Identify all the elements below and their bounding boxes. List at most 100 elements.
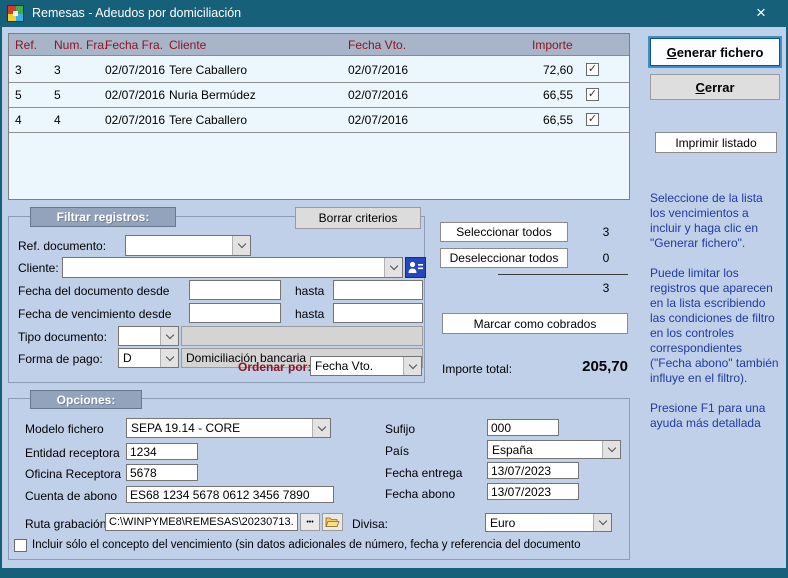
- cell-num: 5: [54, 83, 61, 108]
- cell-ref: 5: [15, 83, 22, 108]
- table-header: Ref. Num. Fra. Fecha Fra. Cliente Fecha …: [9, 34, 629, 56]
- row-checkbox[interactable]: ✓: [586, 63, 599, 76]
- cell-cliente: Nuria Bermúdez: [169, 83, 256, 108]
- cell-num: 3: [54, 58, 61, 83]
- fecha-ven-desde-input[interactable]: [189, 303, 281, 323]
- forma-pago-label: Forma de pago:: [18, 352, 103, 366]
- chevron-down-icon[interactable]: [232, 236, 250, 255]
- filtrar-registros-caption: Filtrar registros:: [30, 207, 176, 227]
- fecha-abono-label: Fecha abono: [385, 487, 455, 501]
- forma-pago-combo[interactable]: D: [118, 348, 179, 368]
- ruta-grabacion-input[interactable]: [105, 513, 298, 531]
- row-checkbox[interactable]: ✓: [586, 88, 599, 101]
- chevron-down-icon[interactable]: [160, 327, 178, 345]
- ref-documento-combo[interactable]: [125, 235, 251, 256]
- ordenar-por-combo[interactable]: Fecha Vto.: [310, 356, 422, 376]
- generar-fichero-button[interactable]: Generar fichero: [650, 38, 780, 66]
- hasta-label: hasta: [295, 307, 324, 321]
- importe-total-value: 205,70: [520, 358, 628, 375]
- oficina-receptora-label: Oficina Receptora: [25, 467, 121, 481]
- help-paragraph-1: Seleccione de la lista los vencimientos …: [650, 191, 781, 251]
- chevron-down-icon[interactable]: [403, 357, 421, 375]
- incluir-concepto-checkbox[interactable]: [14, 539, 27, 552]
- ordenar-por-label: Ordenar por:: [238, 360, 311, 374]
- col-ref: Ref.: [15, 34, 37, 56]
- dialog-window: Remesas - Adeudos por domiciliación × Re…: [0, 0, 788, 578]
- cell-fecha-vto: 02/07/2016: [348, 108, 408, 133]
- generar-fichero-label: Generar fichero: [667, 45, 764, 60]
- help-paragraph-2: Puede limitar los registros que aparecen…: [650, 266, 781, 386]
- col-cliente: Cliente: [169, 34, 206, 56]
- seleccionar-todos-button[interactable]: Seleccionar todos: [440, 222, 568, 242]
- chevron-down-icon[interactable]: [160, 349, 178, 367]
- sum-divider: [498, 274, 628, 275]
- importe-total-label: Importe total:: [442, 362, 512, 376]
- cell-ref: 4: [15, 108, 22, 133]
- window-title: Remesas - Adeudos por domiciliación: [32, 0, 241, 27]
- table-row[interactable]: 4 4 02/07/2016 Tere Caballero 02/07/2016…: [9, 108, 629, 133]
- cliente-label: Cliente:: [18, 261, 59, 275]
- oficina-receptora-input[interactable]: [126, 464, 198, 481]
- fecha-entrega-label: Fecha entrega: [385, 466, 462, 480]
- tipo-documento-desc: [181, 326, 423, 346]
- fecha-doc-desde-input[interactable]: [189, 280, 281, 300]
- chevron-down-icon[interactable]: [602, 441, 620, 458]
- cliente-combo[interactable]: [62, 257, 403, 278]
- open-folder-button[interactable]: [322, 513, 343, 531]
- deseleccionar-todos-button[interactable]: Deseleccionar todos: [440, 248, 568, 268]
- browse-dots-button[interactable]: •••: [300, 513, 320, 531]
- modelo-fichero-value: SEPA 19.14 - CORE: [127, 419, 312, 437]
- cell-num: 4: [54, 108, 61, 133]
- cerrar-label: Cerrar: [695, 80, 734, 95]
- title-bar: Remesas - Adeudos por domiciliación ×: [0, 0, 788, 27]
- fecha-vencimiento-label: Fecha de vencimiento desde: [18, 307, 171, 321]
- sufijo-label: Sufijo: [385, 422, 415, 436]
- cuenta-abono-label: Cuenta de abono: [25, 489, 117, 503]
- chevron-down-icon[interactable]: [593, 514, 611, 531]
- modelo-fichero-combo[interactable]: SEPA 19.14 - CORE: [126, 418, 331, 438]
- ref-documento-label: Ref. documento:: [18, 239, 106, 253]
- borrar-criterios-button[interactable]: Borrar criterios: [295, 207, 421, 229]
- pais-value: España: [488, 441, 602, 458]
- pais-combo[interactable]: España: [487, 440, 621, 459]
- row-checkbox[interactable]: ✓: [586, 113, 599, 126]
- ordenar-por-value: Fecha Vto.: [311, 357, 403, 375]
- entidad-receptora-label: Entidad receptora: [25, 446, 120, 460]
- fecha-doc-hasta-input[interactable]: [333, 280, 423, 300]
- fecha-abono-input[interactable]: [487, 483, 579, 500]
- divisa-combo[interactable]: Euro: [485, 513, 612, 532]
- chevron-down-icon[interactable]: [312, 419, 330, 437]
- cell-fecha-vto: 02/07/2016: [348, 83, 408, 108]
- cell-fecha-vto: 02/07/2016: [348, 58, 408, 83]
- sufijo-input[interactable]: [487, 419, 559, 436]
- app-icon: [7, 5, 24, 22]
- table-row[interactable]: 3 3 02/07/2016 Tere Caballero 02/07/2016…: [9, 58, 629, 83]
- total-count: 3: [595, 281, 617, 295]
- vencimientos-table: Ref. Num. Fra. Fecha Fra. Cliente Fecha …: [8, 33, 630, 200]
- table-row[interactable]: 5 5 02/07/2016 Nuria Bermúdez 02/07/2016…: [9, 83, 629, 108]
- close-icon[interactable]: ×: [744, 0, 778, 27]
- help-text: Seleccione de la lista los vencimientos …: [650, 191, 781, 431]
- fecha-documento-label: Fecha del documento desde: [18, 284, 169, 298]
- cliente-value: [63, 258, 384, 277]
- tipo-documento-combo[interactable]: [118, 326, 179, 346]
- chevron-down-icon[interactable]: [384, 258, 402, 277]
- forma-pago-value: D: [119, 349, 160, 367]
- col-num-fra: Num. Fra.: [54, 34, 107, 56]
- cuenta-abono-input[interactable]: [126, 486, 334, 503]
- entidad-receptora-input[interactable]: [126, 443, 198, 460]
- modelo-fichero-label: Modelo fichero: [25, 422, 104, 436]
- imprimir-listado-button[interactable]: Imprimir listado: [655, 132, 777, 153]
- buscar-cliente-button[interactable]: [405, 257, 426, 278]
- cerrar-button[interactable]: Cerrar: [650, 74, 780, 100]
- fecha-entrega-input[interactable]: [487, 462, 579, 479]
- ref-documento-value: [126, 236, 232, 255]
- fecha-ven-hasta-input[interactable]: [333, 303, 423, 323]
- col-fecha-vto: Fecha Vto.: [348, 34, 406, 56]
- divisa-label: Divisa:: [352, 517, 388, 531]
- marcar-cobrados-button[interactable]: Marcar como cobrados: [442, 313, 628, 334]
- hasta-label: hasta: [295, 284, 324, 298]
- col-importe: Importe: [532, 34, 573, 56]
- deselected-count: 0: [595, 251, 617, 265]
- cell-fecha-fra: 02/07/2016: [105, 83, 165, 108]
